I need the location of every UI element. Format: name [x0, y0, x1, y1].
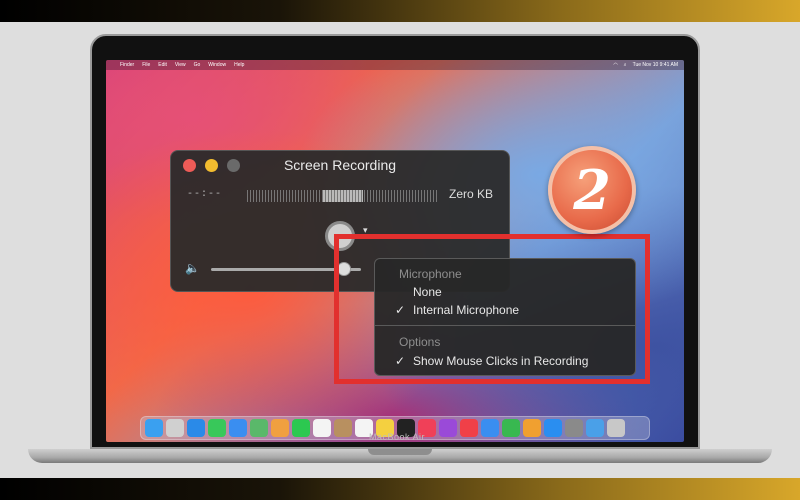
bottom-border [0, 478, 800, 500]
wifi-icon[interactable]: ◠ [613, 62, 617, 68]
menu-go[interactable]: Go [194, 62, 201, 68]
menu-bar: Finder File Edit View Go Window Help ◠ ⌕… [106, 60, 684, 70]
menu-window[interactable]: Window [208, 62, 226, 68]
menu-file[interactable]: File [142, 62, 150, 68]
laptop-notch [368, 449, 432, 455]
speaker-icon: 🔈 [185, 261, 200, 275]
top-border [0, 0, 800, 22]
menu-edit[interactable]: Edit [158, 62, 167, 68]
elapsed-time: --:-- [187, 189, 223, 200]
laptop-base [28, 449, 772, 463]
step-number-badge: 2 [548, 146, 636, 234]
menu-clock[interactable]: Tue Nov 10 9:41 AM [633, 62, 678, 68]
file-size: Zero KB [448, 187, 493, 201]
window-title: Screen Recording [283, 157, 397, 173]
highlight-box [334, 234, 650, 384]
menu-view[interactable]: View [175, 62, 186, 68]
menu-finder[interactable]: Finder [120, 62, 134, 68]
menu-help[interactable]: Help [234, 62, 244, 68]
search-icon[interactable]: ⌕ [624, 62, 627, 68]
image-stage: Finder File Edit View Go Window Help ◠ ⌕… [0, 22, 800, 478]
audio-level-meter [247, 190, 437, 202]
device-model-label: MacBook Air [368, 432, 426, 442]
